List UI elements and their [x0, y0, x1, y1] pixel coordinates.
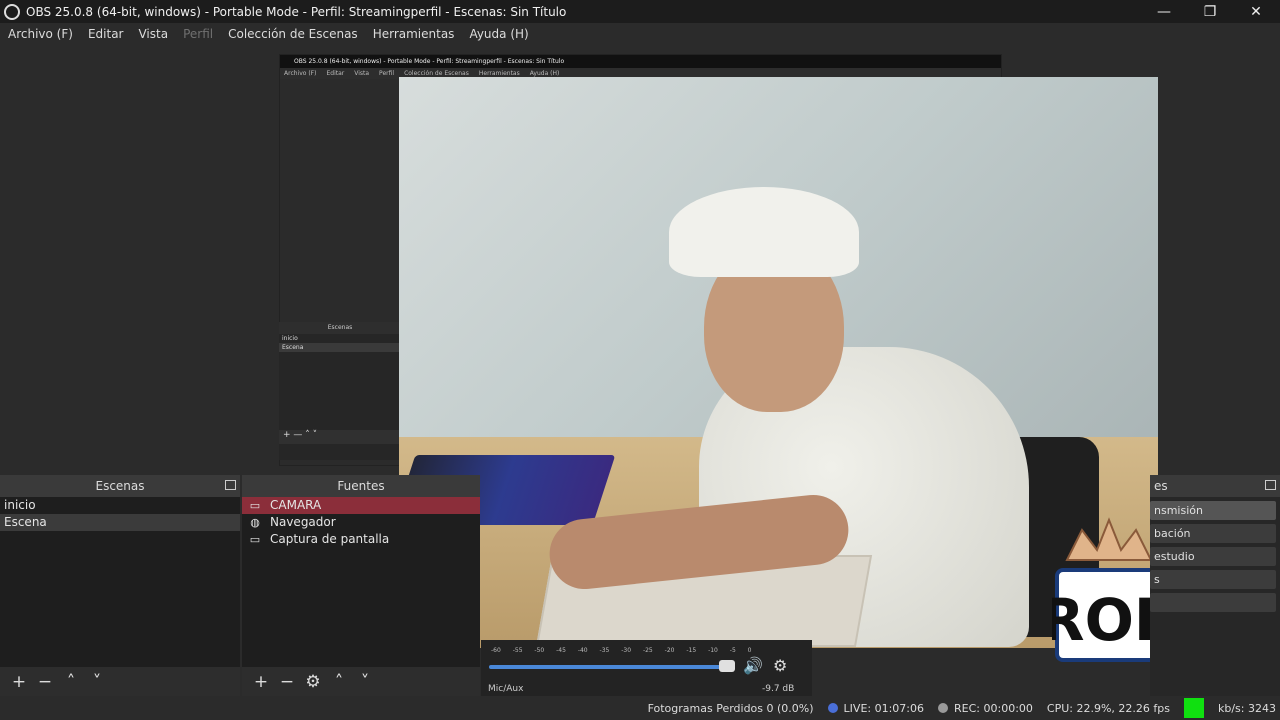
maximize-button[interactable]: ❐ [1187, 0, 1233, 23]
menu-vista[interactable]: Vista [138, 27, 168, 41]
nested-menu-item: Archivo (F) [284, 70, 317, 77]
nested-scene-tools: + — ˄ ˅ [279, 430, 401, 444]
window-title: OBS 25.0.8 (64-bit, windows) - Portable … [26, 4, 567, 19]
nested-menu-item: Colección de Escenas [404, 70, 469, 77]
menu-herramientas[interactable]: Herramientas [373, 27, 455, 41]
nested-scene-item: Escena [279, 343, 401, 352]
obs-logo-icon [4, 3, 20, 20]
nested-title: OBS 25.0.8 (64-bit, windows) - Portable … [280, 55, 1001, 68]
rob-crown-logo: ROB [1052, 517, 1166, 662]
title-bar: OBS 25.0.8 (64-bit, windows) - Portable … [0, 0, 1280, 23]
move-down-icon[interactable]: ˅ [352, 672, 378, 692]
source-properties-gear-icon[interactable]: ⚙ [300, 672, 326, 692]
mixer-db-readout: -9.7 dB [762, 684, 795, 694]
source-label: Captura de pantalla [270, 532, 390, 546]
menu-coleccion-escenas[interactable]: Colección de Escenas [228, 27, 358, 41]
volume-slider-handle[interactable] [719, 660, 735, 672]
rec-timer: REC: 00:00:00 [954, 701, 1033, 715]
bitrate: kb/s: 3243 [1218, 701, 1276, 715]
audio-mixer: -60 -55 -50 -45 -40 -35 -30 -25 -20 -15 … [481, 640, 812, 696]
undock-icon[interactable] [1265, 480, 1276, 490]
settings-button[interactable]: s [1150, 570, 1276, 589]
source-item-navegador[interactable]: ◍ Navegador [242, 514, 480, 531]
remove-source-icon[interactable]: − [274, 672, 300, 692]
close-button[interactable]: ✕ [1233, 0, 1279, 23]
nested-menu-item: Ayuda (H) [529, 70, 560, 77]
nested-scenes-header: Escenas [279, 322, 401, 334]
scenes-toolbar: + − ˄ ˅ [0, 667, 240, 696]
undock-icon[interactable] [225, 480, 236, 490]
connection-health-indicator [1184, 698, 1204, 718]
scenes-dock-title: Escenas [95, 479, 145, 493]
source-item-camara[interactable]: ▭ CAMARA [242, 497, 480, 514]
start-streaming-button[interactable]: nsmisión [1150, 501, 1276, 520]
menu-perfil[interactable]: Perfil [183, 27, 213, 41]
dropped-frames: Fotogramas Perdidos 0 (0.0%) [647, 701, 814, 715]
controls-dock-title: es [1154, 479, 1168, 493]
source-label: CAMARA [270, 498, 322, 512]
source-item-captura[interactable]: ▭ Captura de pantalla [242, 531, 480, 548]
remove-scene-icon[interactable]: − [32, 672, 58, 692]
sources-dock-title: Fuentes [337, 479, 385, 493]
add-scene-icon[interactable]: + [6, 672, 32, 692]
sources-toolbar: + − ⚙ ˄ ˅ [242, 667, 480, 696]
nested-scenes-panel: Escenas inicio Escena + — ˄ ˅ [279, 322, 401, 460]
record-dot-icon [938, 703, 949, 713]
nested-menu-item: Herramientas [478, 70, 520, 77]
rec-status: REC: 00:00:00 [938, 702, 1033, 715]
controls-dock-header: es [1150, 475, 1280, 497]
menu-archivo[interactable]: Archivo (F) [8, 27, 73, 41]
globe-icon: ◍ [250, 516, 260, 529]
scenes-dock-header: Escenas [0, 475, 240, 497]
nested-scene-item: inicio [282, 335, 298, 342]
move-down-icon[interactable]: ˅ [84, 672, 110, 692]
sources-dock-header: Fuentes [242, 475, 480, 497]
menu-bar: Archivo (F) Editar Vista Perfil Colecció… [0, 23, 1280, 45]
move-up-icon[interactable]: ˄ [326, 672, 352, 692]
scene-item-inicio[interactable]: inicio [0, 497, 240, 514]
camera-source-image [399, 77, 1158, 648]
nested-menu-item: Editar [326, 70, 345, 77]
gear-icon[interactable]: ⚙ [773, 656, 787, 675]
source-label: Navegador [270, 515, 336, 529]
add-source-icon[interactable]: + [248, 672, 274, 692]
scenes-list[interactable]: inicio Escena [0, 497, 240, 667]
controls-dock: es nsmisión bación estudio s [1150, 475, 1280, 696]
watermark-text: ROB [1052, 586, 1166, 654]
move-up-icon[interactable]: ˄ [58, 672, 84, 692]
live-status: LIVE: 01:07:06 [827, 701, 925, 715]
studio-mode-button[interactable]: estudio [1150, 547, 1276, 566]
scenes-dock: Escenas inicio Escena + − ˄ ˅ [0, 475, 240, 696]
folder-icon: ▭ [249, 499, 261, 512]
nested-menu-item: Perfil [379, 70, 395, 77]
minimize-button[interactable]: — [1141, 0, 1187, 23]
cpu-fps: CPU: 22.9%, 22.26 fps [1046, 701, 1170, 715]
volume-slider[interactable] [489, 665, 729, 669]
live-broadcast-icon [827, 703, 838, 713]
menu-ayuda[interactable]: Ayuda (H) [469, 27, 528, 41]
exit-button[interactable] [1150, 593, 1276, 612]
live-timer: LIVE: 01:07:06 [843, 701, 925, 715]
meter-ticks: -60 -55 -50 -45 -40 -35 -30 -25 -20 -15 … [491, 647, 752, 654]
person-cap [669, 187, 859, 277]
status-bar: Fotogramas Perdidos 0 (0.0%) LIVE: 01:07… [0, 696, 1280, 720]
menu-editar[interactable]: Editar [88, 27, 124, 41]
monitor-icon: ▭ [249, 533, 261, 546]
sources-dock: Fuentes ▭ CAMARA ◍ Navegador ▭ Captura d… [242, 475, 480, 696]
speaker-icon[interactable]: 🔊 [743, 656, 763, 675]
sources-list[interactable]: ▭ CAMARA ◍ Navegador ▭ Captura de pantal… [242, 497, 480, 667]
scene-item-escena[interactable]: Escena [0, 514, 240, 531]
nested-menu-item: Vista [354, 70, 370, 77]
start-recording-button[interactable]: bación [1150, 524, 1276, 543]
mixer-channel-name: Mic/Aux [488, 684, 524, 694]
